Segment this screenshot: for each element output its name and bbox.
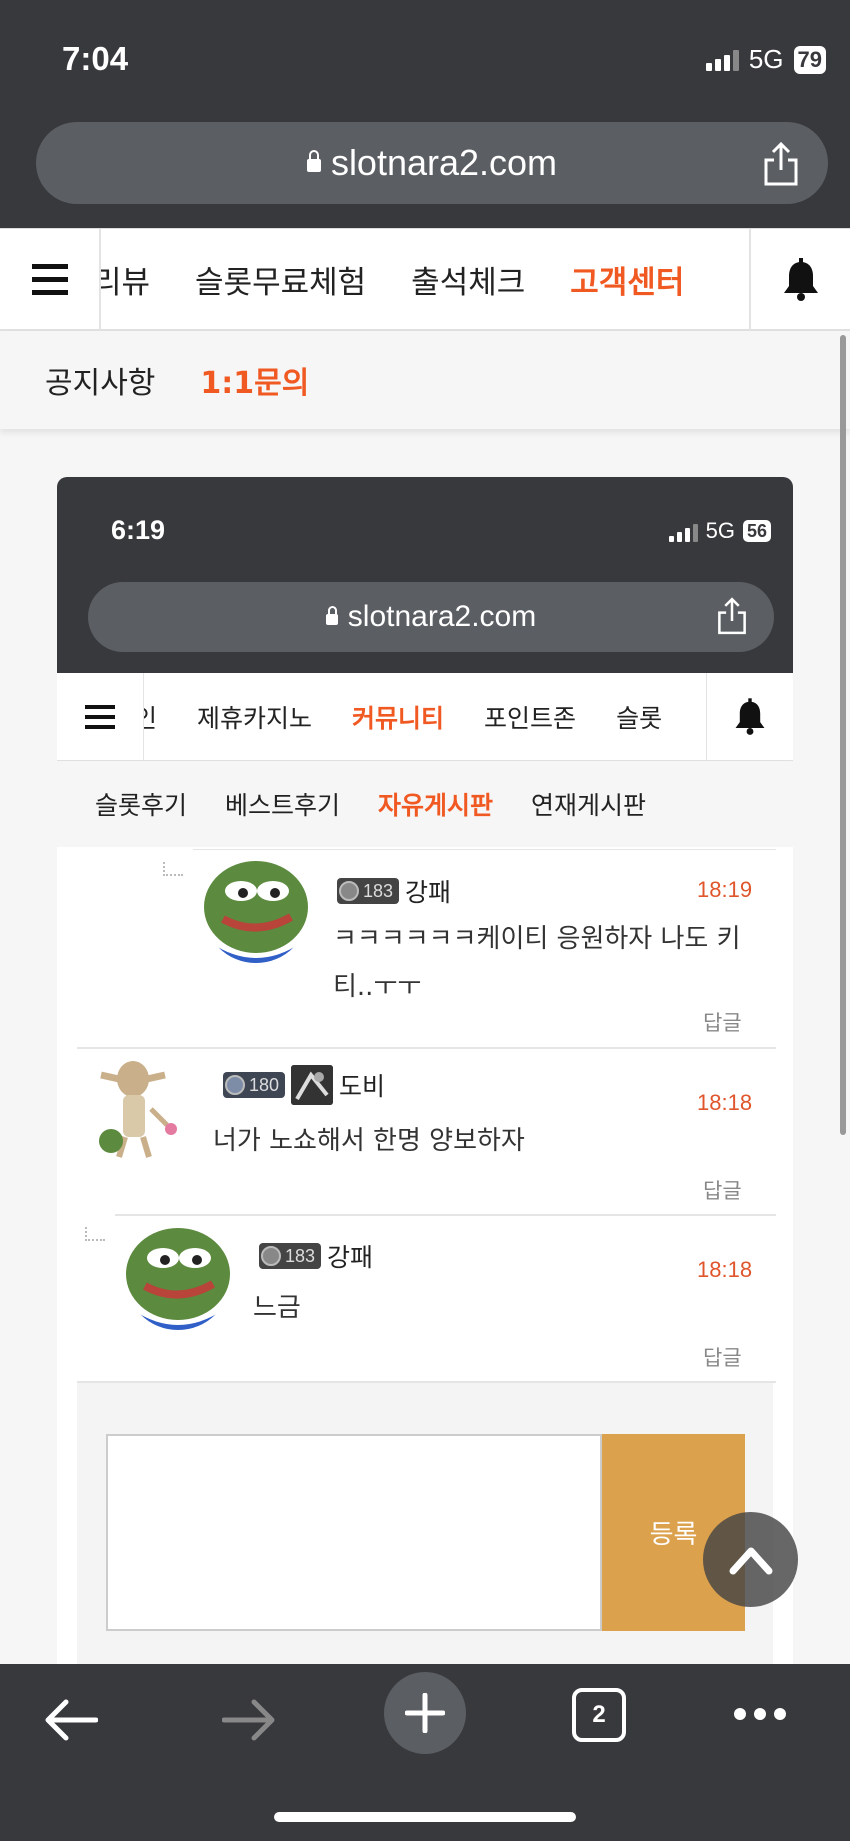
medal-icon xyxy=(225,1075,245,1095)
nav-item-free-slot[interactable]: 슬롯무료체험 xyxy=(195,257,366,302)
notification-button[interactable] xyxy=(749,229,850,330)
new-tab-button[interactable] xyxy=(384,1672,466,1754)
plus-icon xyxy=(405,1693,445,1733)
reply-button[interactable]: 답글 xyxy=(703,1007,742,1037)
browser-toolbar: 2 xyxy=(0,1664,850,1841)
comment-time: 18:18 xyxy=(697,1090,753,1115)
reply-button[interactable]: 답글 xyxy=(703,1175,742,1205)
screenshot-nav-item-points: 포인트존 xyxy=(484,703,577,733)
level-badge: 180 xyxy=(223,1072,286,1098)
screenshot-subnav: 슬롯후기 베스트후기 자유게시판 연재게시판 xyxy=(57,761,793,847)
level-number: 183 xyxy=(285,1245,316,1266)
subnav-notice[interactable]: 공지사항 xyxy=(45,358,155,402)
reply-arrow-icon xyxy=(163,862,183,876)
screenshot-time: 6:19 xyxy=(111,515,166,545)
screenshot-lock-icon xyxy=(325,605,338,625)
comment-header: 183 강패 xyxy=(259,1238,373,1274)
screenshot-address-bar: slotnara2.com xyxy=(88,582,774,652)
subnav-inquiry[interactable]: 1:1문의 xyxy=(200,358,309,402)
scroll-top-button[interactable] xyxy=(703,1512,798,1607)
address-bar[interactable]: slotnara2.com xyxy=(36,122,828,204)
main-nav: 리뷰 슬롯무료체험 출석체크 고객센터 xyxy=(0,228,850,331)
bell-icon xyxy=(783,257,818,301)
screenshot-battery-icon: 56 xyxy=(742,520,771,542)
comment-text: 너가 노쇼해서 한명 양보하자 xyxy=(213,1126,525,1156)
level-number: 183 xyxy=(363,880,394,901)
screenshot-nav: 인 제휴카지노 커뮤니티 포인트존 슬롯 xyxy=(57,673,793,761)
tabs-button[interactable]: 2 xyxy=(572,1688,626,1742)
screenshot-url-text: slotnara2.com xyxy=(347,600,537,633)
lock-icon xyxy=(306,149,321,172)
chevron-up-icon xyxy=(729,1547,772,1574)
comment-divider xyxy=(115,1214,776,1216)
screenshot-subnav-serial-board: 연재게시판 xyxy=(531,791,647,820)
comment-author[interactable]: 강패 xyxy=(405,873,451,909)
reply-button[interactable]: 답글 xyxy=(703,1342,742,1372)
level-number: 180 xyxy=(249,1074,280,1095)
screenshot-nav-items: 인 제휴카지노 커뮤니티 포인트존 슬롯 xyxy=(144,673,703,760)
comment-header: 180 도비 xyxy=(223,1065,385,1105)
embedded-screenshot: 6:19 5G 56 slotnara2.com 인 제휴카지노 커뮤니티 포인… xyxy=(57,477,793,1664)
screenshot-nav-item: 인 xyxy=(144,703,158,733)
screenshot-nav-item-community: 커뮤니티 xyxy=(352,703,445,733)
forward-arrow-icon[interactable] xyxy=(222,1698,276,1742)
user-icon xyxy=(291,1065,334,1105)
screenshot-subnav-slot-review: 슬롯후기 xyxy=(95,791,188,820)
status-indicators: 5G 79 xyxy=(705,44,826,75)
scrollbar[interactable] xyxy=(840,335,846,1135)
screenshot-menu-icon xyxy=(57,673,144,760)
url-text: slotnara2.com xyxy=(330,142,558,183)
screenshot-subnav-free-board: 자유게시판 xyxy=(378,791,494,820)
comment-author[interactable]: 강패 xyxy=(327,1238,373,1274)
home-indicator xyxy=(274,1812,576,1822)
comment-divider xyxy=(77,1047,776,1049)
comment-time: 18:18 xyxy=(697,1257,753,1282)
screenshot-nav-item-casino: 제휴카지노 xyxy=(197,703,313,733)
medal-icon xyxy=(339,881,359,901)
signal-icon xyxy=(705,49,739,71)
battery-icon: 79 xyxy=(793,45,826,74)
level-badge: 183 xyxy=(337,878,400,904)
comment-textarea[interactable] xyxy=(106,1434,602,1631)
screenshot-bell-icon xyxy=(735,697,765,735)
sub-nav: 공지사항 1:1문의 xyxy=(0,331,850,429)
avatar xyxy=(203,857,309,963)
nav-item-review[interactable]: 리뷰 xyxy=(101,257,150,302)
screenshot-nav-item-slot: 슬롯 xyxy=(616,703,663,733)
reply-arrow-icon xyxy=(85,1227,105,1241)
nav-item-support[interactable]: 고객센터 xyxy=(570,257,684,302)
screenshot-share-icon xyxy=(718,597,746,635)
status-bar: 7:04 5G 79 slotnara2.com xyxy=(0,0,850,228)
avatar xyxy=(89,1057,195,1163)
screenshot-status-indicators: 5G 56 xyxy=(668,518,771,544)
comment-header: 183 강패 xyxy=(337,873,451,909)
screenshot-notification xyxy=(706,673,793,760)
comment-text: 느금 xyxy=(253,1293,301,1323)
more-icon[interactable] xyxy=(734,1708,786,1720)
share-icon[interactable] xyxy=(762,142,800,186)
screenshot-status-bar: 6:19 5G 56 slotnara2.com xyxy=(57,477,793,673)
back-arrow-icon[interactable] xyxy=(44,1698,98,1742)
comment-author[interactable]: 도비 xyxy=(339,1067,385,1103)
screenshot-signal-icon xyxy=(668,520,698,542)
avatar xyxy=(125,1224,231,1330)
screenshot-network: 5G xyxy=(705,518,735,543)
nav-item-attendance[interactable]: 출석체크 xyxy=(411,257,525,302)
menu-icon[interactable] xyxy=(0,229,101,330)
status-time: 7:04 xyxy=(62,40,129,77)
nav-items: 리뷰 슬롯무료체험 출석체크 고객센터 xyxy=(101,229,749,330)
medal-icon xyxy=(261,1246,281,1266)
network-label: 5G xyxy=(748,44,784,74)
comment-divider xyxy=(193,849,776,850)
level-badge: 183 xyxy=(259,1243,322,1269)
comment-text: ㅋㅋㅋㅋㅋㅋ케이티 응원하자 나도 키티..ㅜㅜ xyxy=(333,924,741,1002)
comment-time: 18:19 xyxy=(697,877,753,902)
screenshot-subnav-best-review: 베스트후기 xyxy=(225,791,341,820)
